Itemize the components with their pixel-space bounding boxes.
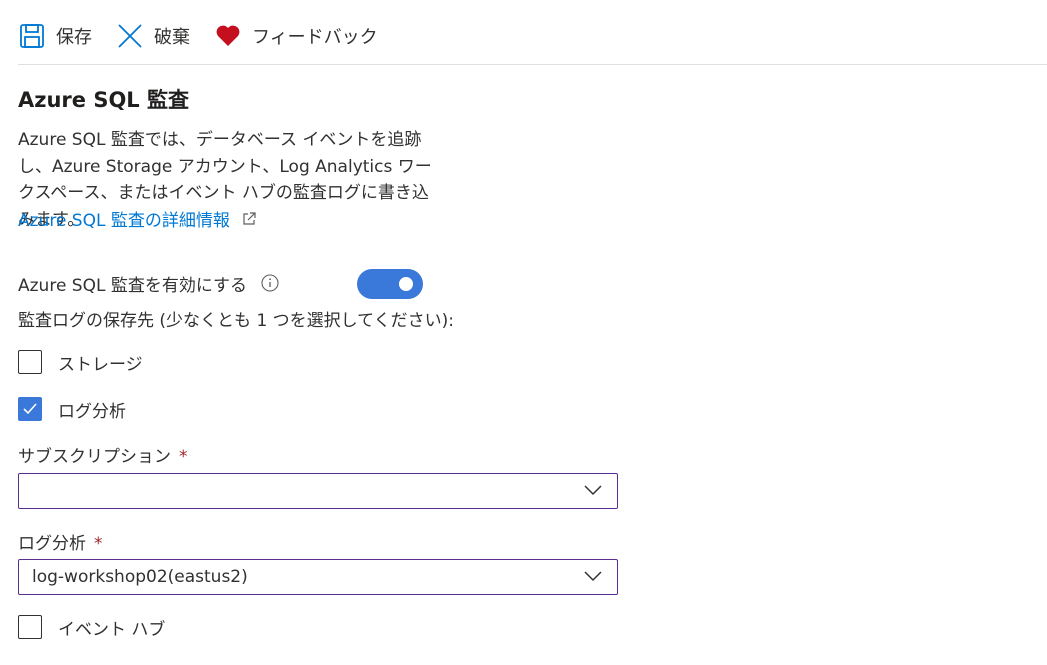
subscription-label-text: サブスクリプション: [18, 447, 171, 467]
log-analytics-label: ログ分析: [58, 401, 126, 422]
page-title: Azure SQL 監査: [18, 88, 190, 112]
save-label: 保存: [56, 27, 92, 48]
enable-auditing-toggle[interactable]: [357, 269, 423, 299]
required-marker: *: [94, 534, 103, 554]
learn-more-label: Azure SQL 監査の詳細情報: [18, 211, 230, 231]
chevron-down-icon: [583, 483, 603, 497]
discard-button[interactable]: 破棄: [116, 18, 190, 54]
event-hub-checkbox[interactable]: [18, 615, 42, 639]
discard-label: 破棄: [154, 27, 190, 48]
toolbar-divider: [18, 64, 1047, 65]
enable-auditing-row: Azure SQL 監査を有効にする: [18, 268, 279, 298]
subscription-label: サブスクリプション *: [18, 442, 188, 467]
save-button[interactable]: 保存: [18, 18, 92, 54]
toggle-knob: [399, 277, 413, 291]
event-hub-checkbox-row[interactable]: イベント ハブ: [18, 612, 165, 642]
command-bar: 保存 破棄 フィードバック: [18, 18, 402, 54]
event-hub-label: イベント ハブ: [58, 619, 166, 640]
info-icon[interactable]: [261, 274, 279, 292]
storage-checkbox[interactable]: [18, 350, 42, 374]
chevron-down-icon: [583, 569, 603, 583]
storage-label: ストレージ: [58, 354, 143, 375]
external-link-icon: [242, 211, 256, 226]
subscription-dropdown[interactable]: [18, 473, 618, 509]
storage-checkbox-row[interactable]: ストレージ: [18, 347, 143, 377]
log-analytics-workspace-value: log-workshop02(eastus2): [32, 567, 248, 587]
log-analytics-workspace-dropdown[interactable]: log-workshop02(eastus2): [18, 559, 618, 595]
learn-more-link[interactable]: Azure SQL 監査の詳細情報: [18, 206, 256, 231]
save-icon: [18, 22, 46, 50]
log-analytics-workspace-label-text: ログ分析: [18, 534, 86, 554]
close-icon: [116, 22, 144, 50]
required-marker: *: [179, 447, 188, 467]
destinations-label: 監査ログの保存先 (少なくとも 1 つを選択してください):: [18, 311, 454, 331]
feedback-button[interactable]: フィードバック: [214, 18, 378, 54]
log-analytics-checkbox-row[interactable]: ログ分析: [18, 394, 126, 424]
heart-icon: [214, 22, 242, 50]
log-analytics-checkbox[interactable]: [18, 397, 42, 421]
enable-auditing-label: Azure SQL 監査を有効にする: [18, 275, 248, 296]
feedback-label: フィードバック: [252, 27, 378, 48]
log-analytics-workspace-label: ログ分析 *: [18, 529, 103, 554]
checkmark-icon: [23, 403, 37, 415]
